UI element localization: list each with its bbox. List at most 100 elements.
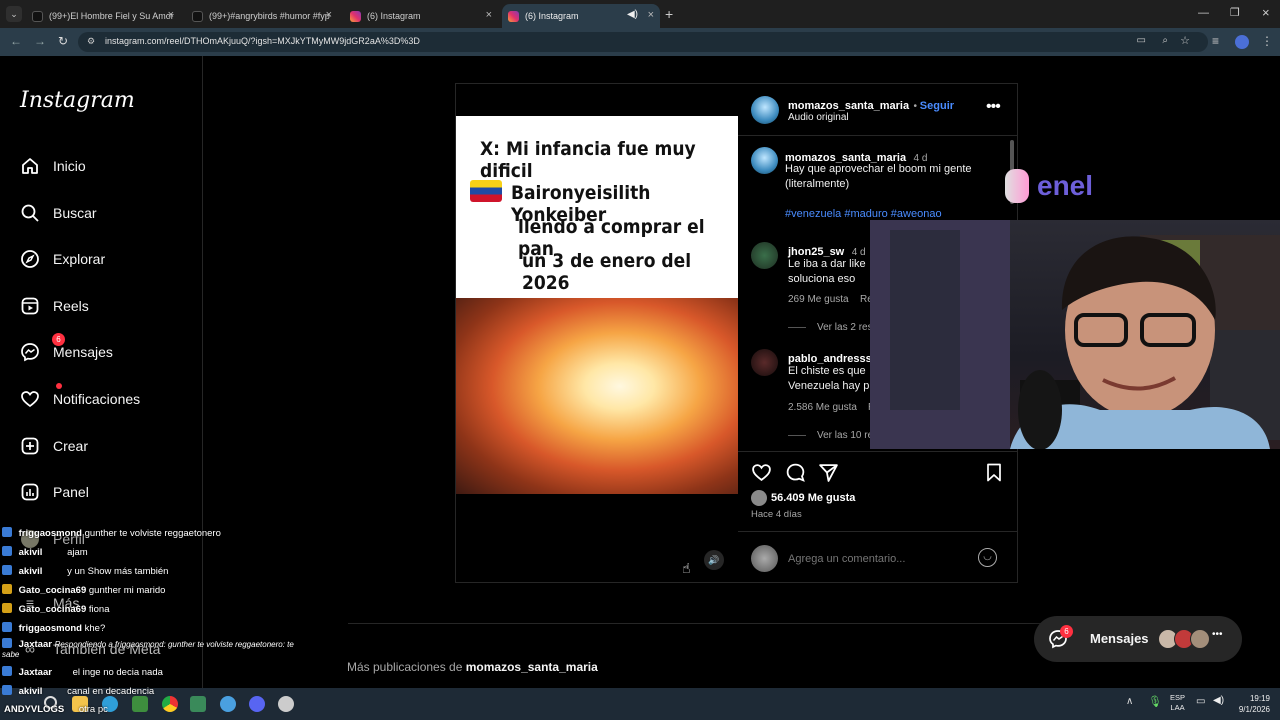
header-divider xyxy=(738,135,1018,136)
emoji-icon[interactable]: ◡ xyxy=(978,548,997,567)
author-avatar[interactable] xyxy=(751,147,778,174)
app-icon[interactable] xyxy=(190,696,206,712)
reel-video[interactable]: X: Mi infancia fue muy dificil Baironyei… xyxy=(456,84,738,582)
sidebar-item-explorar[interactable]: Explorar xyxy=(20,245,105,273)
messages-badge: 6 xyxy=(52,333,65,346)
instagram-logo[interactable]: Instagram xyxy=(20,88,135,113)
chat-badge-icon xyxy=(2,603,12,613)
url-text: instagram.com/reel/DTHOmAKjuuQ/?igsh=MXJ… xyxy=(105,36,420,46)
avatar xyxy=(1190,629,1210,649)
chat-username: akivil xyxy=(18,547,43,558)
extensions-icon[interactable]: ≡ xyxy=(1212,34,1219,48)
chat-message: akivil ajam xyxy=(2,546,88,558)
back-icon[interactable]: ← xyxy=(10,34,22,48)
site-info-icon[interactable]: ⚙ xyxy=(87,36,95,47)
sidebar-item-label: Buscar xyxy=(53,205,97,221)
language-indicator[interactable]: ESP LAA xyxy=(1170,693,1185,713)
close-tab-icon[interactable]: × xyxy=(326,9,332,21)
sidebar-item-reels[interactable]: Reels xyxy=(20,292,89,320)
like-icon[interactable] xyxy=(751,462,772,488)
browser-tab-bar: ⌄ (99+)El Hombre Fiel y Su Amor × (99+)#… xyxy=(0,0,1280,28)
chat-badge-icon xyxy=(2,546,12,556)
chat-text: gunther te volviste reggaetonero xyxy=(84,528,221,539)
minimize-button[interactable]: — xyxy=(1198,7,1209,19)
comment-likes[interactable]: 2.586 Me gusta xyxy=(788,402,857,413)
tiktok-icon xyxy=(192,10,203,22)
close-window-button[interactable]: × xyxy=(1262,5,1270,20)
author-avatar[interactable] xyxy=(751,96,779,124)
bookmark-star-icon[interactable]: ☆ xyxy=(1180,34,1190,47)
tray-overflow-icon[interactable]: ∧ xyxy=(1126,696,1133,707)
sidebar-item-mensajes[interactable]: 6 Mensajes xyxy=(20,333,113,366)
browser-tab[interactable]: (99+)El Hombre Fiel y Su Amor × xyxy=(26,4,180,28)
commenter-avatar[interactable] xyxy=(751,349,778,376)
chat-badge-icon xyxy=(2,527,12,537)
tiktok-icon xyxy=(32,10,43,22)
volume-icon[interactable]: ◀) xyxy=(1213,695,1224,706)
view-replies[interactable]: Ver las 2 res xyxy=(817,322,873,333)
likes-count[interactable]: 56.409 Me gusta xyxy=(771,492,855,504)
cast-icon[interactable]: ▭ xyxy=(1137,35,1146,46)
new-tab-button[interactable]: + xyxy=(665,6,673,22)
sidebar-item-label: Panel xyxy=(53,484,89,500)
browser-tab-active[interactable]: (6) Instagram ◀) × xyxy=(502,4,660,28)
chat-text: canal en decadencia xyxy=(67,686,155,697)
sidebar-item-inicio[interactable]: Inicio xyxy=(20,152,86,180)
close-tab-icon[interactable]: × xyxy=(648,9,654,21)
composer-divider xyxy=(738,531,1018,532)
share-icon[interactable] xyxy=(818,462,839,488)
author-username[interactable]: momazos_santa_maria xyxy=(788,100,909,112)
app-icon[interactable] xyxy=(220,696,236,712)
reload-icon[interactable]: ↻ xyxy=(58,34,68,48)
chrome-icon[interactable] xyxy=(162,696,178,712)
browser-tab[interactable]: (6) Instagram × xyxy=(344,4,498,28)
meme-line: X: Mi infancia fue muy dificil xyxy=(480,138,696,182)
more-avatars-icon: ••• xyxy=(1212,629,1223,640)
follow-button[interactable]: Seguir xyxy=(920,100,954,112)
microphone-icon[interactable]: 🎙 xyxy=(1148,695,1162,708)
forward-icon[interactable]: → xyxy=(34,34,46,48)
close-tab-icon[interactable]: × xyxy=(486,9,492,21)
comment-text: Venezuela hay p xyxy=(788,380,870,392)
overlay-logo: enel xyxy=(1005,168,1093,204)
caption-text: (literalmente) xyxy=(785,178,850,190)
sidebar-item-buscar[interactable]: Buscar xyxy=(20,199,97,227)
restore-button[interactable]: ❐ xyxy=(1230,6,1240,19)
chat-username: Gato_cocina69 xyxy=(18,604,87,615)
address-bar-row: ← → ↻ ⚙ instagram.com/reel/DTHOmAKjuuQ/?… xyxy=(0,28,1280,56)
minecraft-icon[interactable] xyxy=(132,696,148,712)
close-tab-icon[interactable]: × xyxy=(168,9,174,21)
commenter-avatar[interactable] xyxy=(751,242,778,269)
tab-list-button[interactable]: ⌄ xyxy=(6,6,22,22)
audio-label[interactable]: Audio original xyxy=(788,112,849,123)
chat-message: friggaosmond gunther te volviste reggaet… xyxy=(2,527,221,539)
more-options-icon[interactable]: ••• xyxy=(986,98,1001,116)
mute-button[interactable]: 🔊 xyxy=(704,550,724,570)
more-posts-user[interactable]: momazos_santa_maria xyxy=(466,660,598,674)
save-icon[interactable] xyxy=(985,462,1003,488)
heart-icon xyxy=(20,389,40,409)
speaker-icon[interactable]: ◀) xyxy=(627,9,638,20)
network-icon[interactable]: ▭ xyxy=(1196,696,1205,707)
view-replies[interactable]: Ver las 10 re xyxy=(817,430,873,441)
url-input[interactable]: ⚙ instagram.com/reel/DTHOmAKjuuQ/?igsh=M… xyxy=(78,32,1208,52)
dashboard-icon xyxy=(20,482,40,502)
app-icon[interactable] xyxy=(278,696,294,712)
liker-avatar xyxy=(751,490,767,506)
clock[interactable]: 19:19 9/1/2026 xyxy=(1232,693,1270,715)
sidebar-item-crear[interactable]: Crear xyxy=(20,432,88,460)
discord-icon[interactable] xyxy=(249,696,265,712)
floating-messages-button[interactable]: 6 Mensajes ••• xyxy=(1034,616,1242,662)
comment-likes[interactable]: 269 Me gusta xyxy=(788,294,849,305)
chat-badge-icon xyxy=(2,638,12,648)
sidebar-item-notificaciones[interactable]: Notificaciones xyxy=(20,383,140,413)
browser-menu-icon[interactable]: ⋮ xyxy=(1261,34,1273,48)
sidebar-item-label: Crear xyxy=(53,438,89,454)
comment-icon[interactable] xyxy=(785,462,806,488)
profile-avatar[interactable] xyxy=(1235,35,1249,49)
comment-input[interactable] xyxy=(788,550,968,568)
browser-tab[interactable]: (99+)#angrybirds #humor #fyp × xyxy=(186,4,338,28)
zoom-icon[interactable]: ⌕ xyxy=(1162,35,1168,46)
sidebar-item-panel[interactable]: Panel xyxy=(20,478,89,506)
chat-text: otra pc xyxy=(78,704,108,715)
